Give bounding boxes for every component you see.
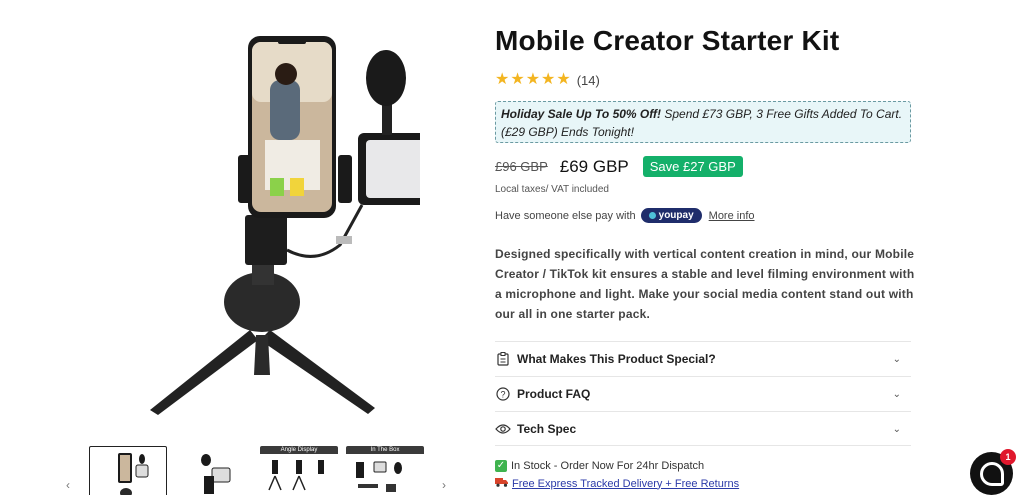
- star-icon: ★: [510, 71, 525, 88]
- delivery-info: Free Express Tracked Delivery + Free Ret…: [495, 477, 739, 490]
- thumbnail-angle-label: Angle Display: [260, 446, 338, 454]
- thumbnail-side[interactable]: [174, 446, 252, 495]
- product-gallery: ‹ Angle Display In The Box ›: [60, 0, 460, 495]
- stock-text: In Stock - Order Now For 24hr Dispatch: [511, 460, 705, 472]
- promo-headline: Holiday Sale Up To 50% Off!: [501, 107, 662, 121]
- chevron-left-icon[interactable]: ‹: [66, 478, 70, 492]
- product-title: Mobile Creator Starter Kit: [495, 25, 840, 56]
- star-icon: ★: [495, 71, 510, 88]
- star-rating: ★ ★ ★ ★ ★: [495, 72, 571, 88]
- thumbnail-strip: ‹ Angle Display In The Box ›: [60, 440, 460, 495]
- sale-price: £69 GBP: [559, 156, 629, 176]
- accordion-special[interactable]: What Makes This Product Special? ⌄: [495, 341, 911, 376]
- price-block: £96 GBP £69 GBP Save £27 GBP: [495, 156, 743, 177]
- thumbnail-box-label: In The Box: [346, 446, 424, 454]
- youpay-logo-icon: [648, 212, 656, 219]
- youpay-label: youpay: [658, 210, 694, 221]
- chevron-down-icon: ⌄: [892, 424, 901, 435]
- chevron-down-icon: ⌄: [892, 389, 901, 400]
- delivery-link[interactable]: Free Express Tracked Delivery + Free Ret…: [512, 478, 739, 490]
- question-icon: ?: [495, 386, 511, 402]
- promo-banner: Holiday Sale Up To 50% Off! Spend £73 GB…: [495, 101, 911, 143]
- chevron-down-icon: ⌄: [892, 354, 901, 365]
- youpay-button[interactable]: youpay: [640, 208, 702, 223]
- thumbnail-kit[interactable]: [89, 446, 167, 495]
- chat-notification-badge: 1: [1000, 449, 1016, 465]
- thumbnail-angle-display[interactable]: Angle Display: [260, 446, 338, 495]
- star-icon: ★: [525, 71, 541, 88]
- accordion-faq[interactable]: ? Product FAQ ⌄: [495, 376, 911, 411]
- thumbnail-in-the-box[interactable]: In The Box: [346, 446, 424, 495]
- svg-text:?: ?: [500, 390, 505, 400]
- checkmark-icon: ✓: [495, 460, 507, 472]
- chevron-right-icon[interactable]: ›: [442, 478, 446, 492]
- accordion-label: What Makes This Product Special?: [517, 352, 716, 366]
- product-accordion: What Makes This Product Special? ⌄ ? Pro…: [495, 341, 911, 446]
- compare-at-price: £96 GBP: [495, 159, 548, 174]
- save-badge: Save £27 GBP: [642, 156, 743, 177]
- youpay-prefix: Have someone else pay with: [495, 209, 636, 222]
- accordion-label: Product FAQ: [517, 387, 591, 401]
- youpay-line: Have someone else pay with youpay More i…: [495, 208, 755, 223]
- tax-note: Local taxes/ VAT included: [495, 184, 609, 195]
- review-count: (14): [576, 72, 600, 88]
- product-rating[interactable]: ★ ★ ★ ★ ★ (14): [495, 72, 600, 88]
- clipboard-icon: [495, 351, 511, 367]
- eye-icon: [495, 421, 511, 437]
- star-icon: ★: [541, 71, 556, 88]
- stock-status: ✓ In Stock - Order Now For 24hr Dispatch: [495, 460, 704, 472]
- chat-bubble-icon: [979, 461, 1004, 486]
- more-info-link[interactable]: More info: [709, 210, 755, 222]
- product-description: Designed specifically with vertical cont…: [495, 247, 915, 321]
- star-icon: ★: [556, 71, 571, 88]
- accordion-tech-spec[interactable]: Tech Spec ⌄: [495, 411, 911, 446]
- accordion-label: Tech Spec: [517, 421, 577, 436]
- truck-icon: [495, 477, 508, 490]
- main-product-image[interactable]: [100, 30, 434, 420]
